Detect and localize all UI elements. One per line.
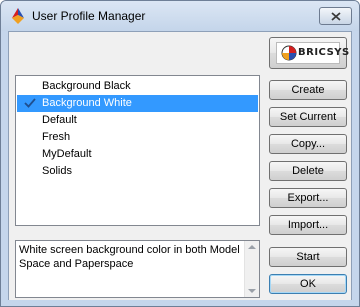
list-item-label: Default xyxy=(42,114,77,126)
description-scrollbar[interactable] xyxy=(244,241,259,297)
set-current-button[interactable]: Set Current xyxy=(269,107,347,127)
window-bottom-border xyxy=(1,300,359,306)
delete-button[interactable]: Delete xyxy=(269,161,347,181)
title-bar[interactable]: User Profile Manager xyxy=(1,1,359,31)
scroll-down-icon[interactable] xyxy=(248,289,256,293)
list-item-label: MyDefault xyxy=(42,148,92,160)
list-item[interactable]: Default xyxy=(17,112,258,129)
import-button[interactable]: Import... xyxy=(269,215,347,235)
list-item[interactable]: Background White xyxy=(17,95,258,112)
user-profile-manager-window: User Profile Manager BRICSYS Background … xyxy=(0,0,360,307)
checkmark-icon xyxy=(24,98,36,108)
start-button[interactable]: Start xyxy=(269,247,347,267)
list-item[interactable]: MyDefault xyxy=(17,146,258,163)
app-icon xyxy=(12,8,24,24)
description-text: White screen background color in both Mo… xyxy=(19,244,240,270)
list-item[interactable]: Fresh xyxy=(17,129,258,146)
bricsys-logo-icon xyxy=(281,45,297,61)
profile-description[interactable]: White screen background color in both Mo… xyxy=(15,240,260,298)
profiles-list[interactable]: Background Black Background White Defaul… xyxy=(15,75,260,226)
window-title: User Profile Manager xyxy=(32,9,146,23)
close-icon xyxy=(330,11,341,21)
close-button[interactable] xyxy=(319,7,352,25)
list-item-label: Solids xyxy=(42,165,72,177)
logo-text: BRICSYS xyxy=(298,47,350,58)
create-button[interactable]: Create xyxy=(269,80,347,100)
list-item-label: Background Black xyxy=(42,80,131,92)
list-item-label: Fresh xyxy=(42,131,71,143)
list-item[interactable]: Solids xyxy=(17,163,258,180)
bricsys-logo-button[interactable]: BRICSYS xyxy=(269,37,349,69)
list-item[interactable]: Background Black xyxy=(17,78,258,95)
copy-button[interactable]: Copy... xyxy=(269,134,347,154)
ok-button[interactable]: OK xyxy=(269,274,347,294)
dialog-body: BRICSYS Background Black Background Whit… xyxy=(8,31,352,301)
logo-frame: BRICSYS xyxy=(276,42,349,64)
scroll-up-icon[interactable] xyxy=(248,245,256,249)
list-item-label: Background White xyxy=(42,97,132,109)
export-button[interactable]: Export... xyxy=(269,188,347,208)
